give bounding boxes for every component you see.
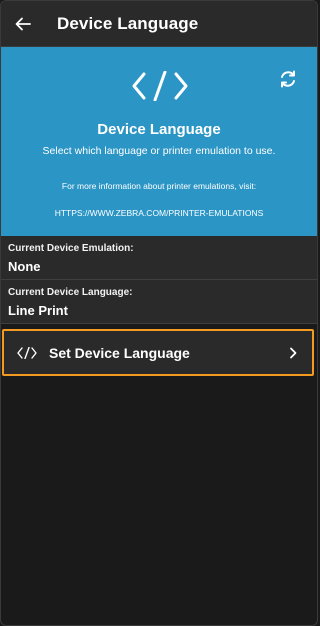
app-frame: Device Language Device Language Select w… xyxy=(0,0,318,626)
page-title: Device Language xyxy=(57,13,199,33)
current-emulation-row: Current Device Emulation: None xyxy=(1,236,317,280)
refresh-icon[interactable] xyxy=(278,69,298,89)
hero-title: Device Language xyxy=(97,121,221,138)
current-language-value: Line Print xyxy=(8,303,68,318)
current-language-label: Current Device Language: xyxy=(8,287,133,298)
app-bar: Device Language xyxy=(1,1,317,47)
current-emulation-value: None xyxy=(8,259,41,274)
hero-banner: Device Language Select which language or… xyxy=(1,47,317,236)
current-emulation-label: Current Device Emulation: xyxy=(8,243,134,254)
chevron-right-icon xyxy=(290,347,297,358)
back-button[interactable] xyxy=(12,13,34,35)
set-device-language-button[interactable]: Set Device Language xyxy=(2,329,314,376)
code-icon xyxy=(17,346,37,359)
code-icon xyxy=(132,71,188,101)
current-language-row: Current Device Language: Line Print xyxy=(1,280,317,324)
hero-info-text: For more information about printer emula… xyxy=(61,181,257,191)
printer-emulations-link[interactable]: HTTPS://WWW.ZEBRA.COM/PRINTER-EMULATIONS xyxy=(1,208,317,218)
hero-subtitle: Select which language or printer emulati… xyxy=(42,145,276,157)
set-device-language-label: Set Device Language xyxy=(49,344,190,361)
arrow-left-icon xyxy=(15,17,31,30)
